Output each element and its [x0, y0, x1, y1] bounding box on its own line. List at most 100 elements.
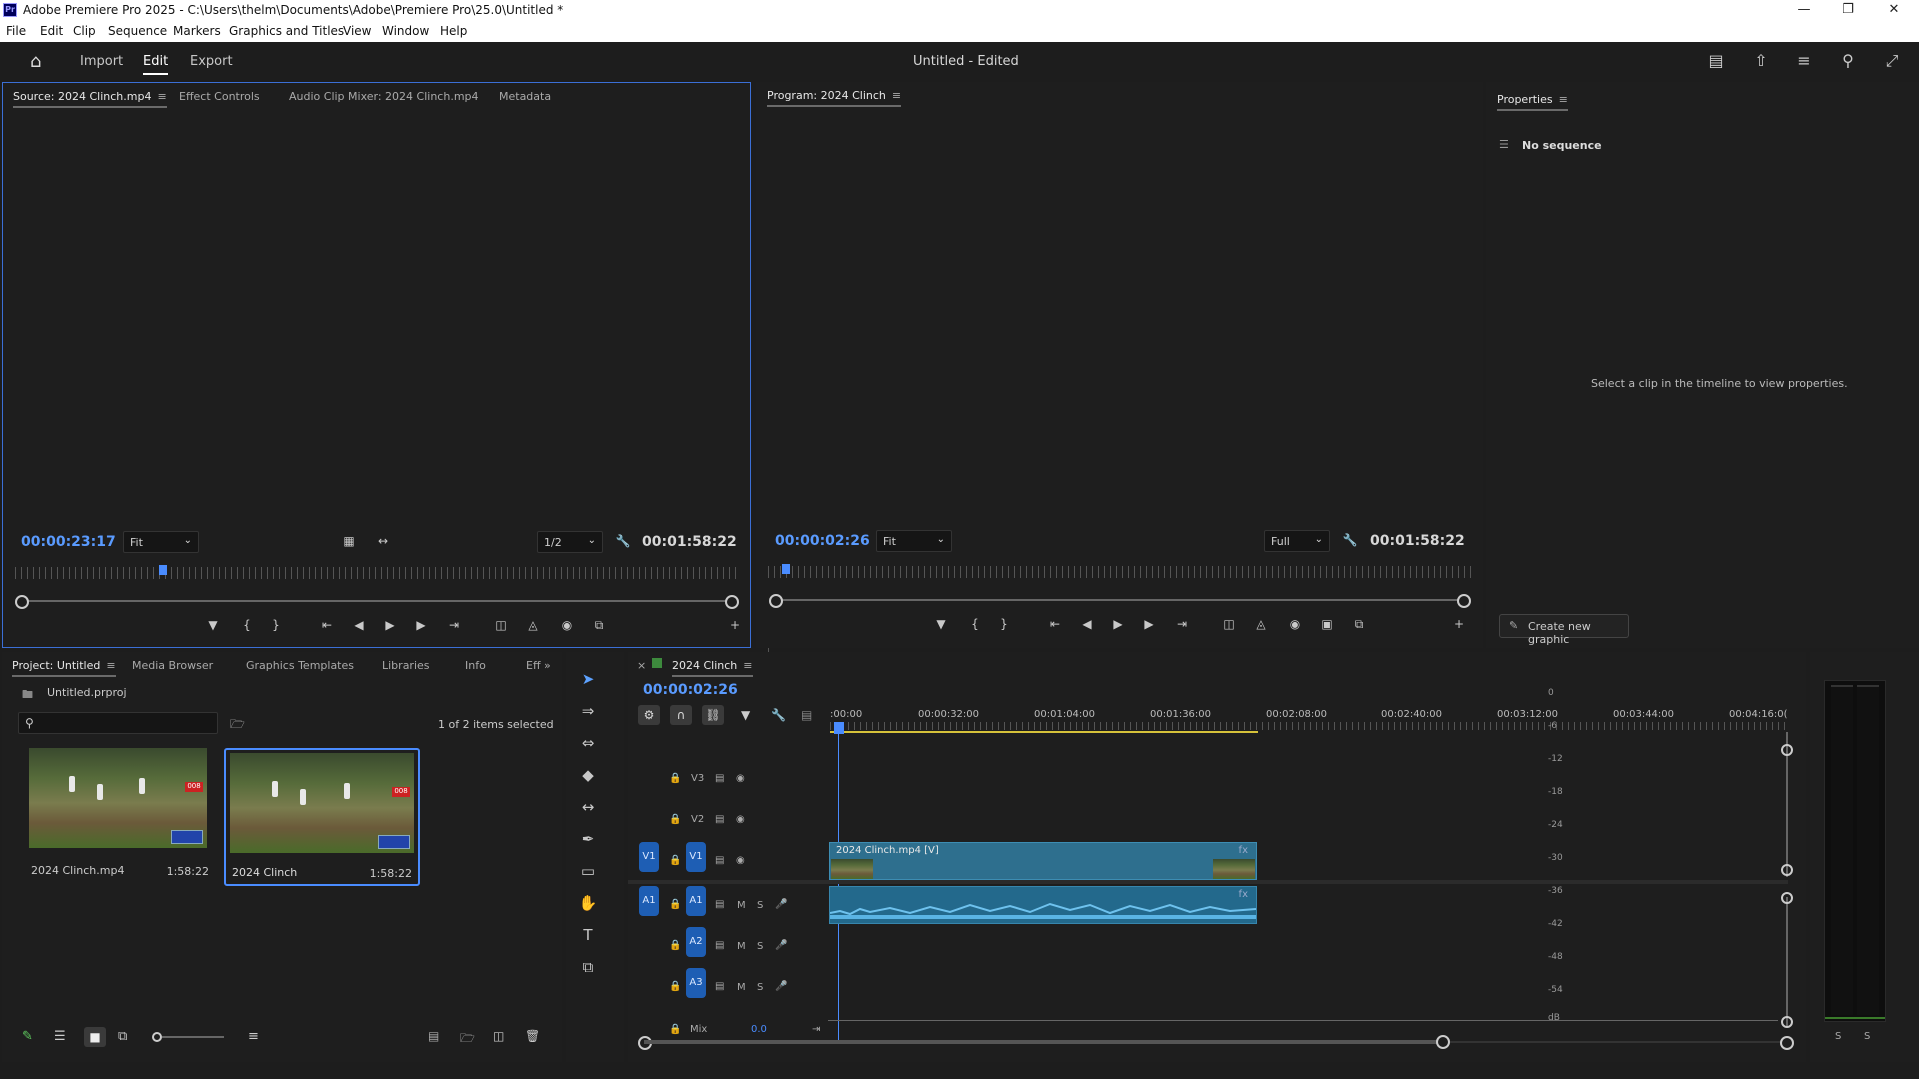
track-select-tool-icon[interactable]: ⇒	[576, 699, 600, 723]
camera-icon[interactable]: ◉	[1285, 617, 1305, 631]
freeform-view-icon[interactable]: ⧉	[118, 1029, 127, 1044]
mark-out-icon[interactable]: }	[994, 617, 1014, 631]
tab-sequence[interactable]: 2024 Clinch ≡	[672, 659, 753, 677]
panel-menu-icon[interactable]: ≡	[157, 90, 166, 103]
scroll-thumb[interactable]	[644, 1040, 1444, 1044]
button-editor-icon[interactable]: ⧉	[589, 618, 609, 633]
menu-file[interactable]: File	[6, 24, 26, 38]
mark-in-icon[interactable]: {	[965, 617, 985, 631]
microphone-icon[interactable]: 🎤	[775, 899, 787, 910]
lock-icon[interactable]: 🔒	[669, 981, 681, 992]
go-to-in-icon[interactable]: ⇤	[317, 618, 337, 632]
source-playhead[interactable]	[158, 565, 167, 575]
menu-window[interactable]: Window	[382, 24, 429, 38]
nest-toggle-icon[interactable]: ⚙	[638, 705, 660, 725]
step-forward-icon[interactable]: ▶	[411, 618, 431, 632]
panel-menu-icon[interactable]: ≡	[1559, 93, 1568, 106]
mark-in-icon[interactable]: {	[237, 618, 257, 632]
tab-libraries[interactable]: Libraries	[382, 659, 430, 672]
scroll-handle[interactable]	[1781, 864, 1793, 876]
tab-project[interactable]: Project: Untitled ≡	[12, 659, 116, 677]
panel-menu-icon[interactable]: ≡	[743, 659, 752, 672]
linked-selection-icon[interactable]: ⛓	[702, 705, 724, 725]
lock-icon[interactable]: 🔒	[669, 773, 681, 784]
eye-icon[interactable]: ◉	[736, 855, 745, 866]
tab-info[interactable]: Info	[465, 659, 486, 672]
workspaces-menu-icon[interactable]: ≡	[1793, 51, 1815, 70]
timeline-playhead[interactable]	[834, 722, 844, 734]
tab-graphics-templates[interactable]: Graphics Templates	[246, 659, 354, 672]
caption-tool-icon[interactable]: ⧉	[576, 955, 600, 979]
meter-solo-right[interactable]: S	[1864, 1031, 1870, 1042]
share-icon[interactable]: ⇧	[1750, 51, 1772, 70]
tab-media-browser[interactable]: Media Browser	[132, 659, 213, 672]
sync-lock-icon[interactable]: ▤	[715, 899, 724, 910]
add-marker-icon[interactable]: ▼	[931, 617, 951, 631]
hand-tool-icon[interactable]: ✋	[576, 891, 600, 915]
mute-button[interactable]: M	[737, 941, 746, 952]
work-area-bar[interactable]	[830, 731, 1258, 733]
restore-icon[interactable]: ❐	[1838, 2, 1858, 17]
audio-clip[interactable]: fx	[829, 886, 1257, 924]
go-to-end-icon[interactable]: ⇥	[812, 1024, 820, 1035]
scroll-handle[interactable]	[1781, 1016, 1793, 1028]
type-tool-icon[interactable]: T	[576, 923, 600, 947]
program-zoom-scrollbar[interactable]	[769, 594, 1471, 608]
tab-audio-clip-mixer[interactable]: Audio Clip Mixer: 2024 Clinch.mp4	[289, 90, 479, 103]
track-target-a2[interactable]: A2	[686, 927, 706, 957]
new-search-bin-icon[interactable]: 🗁	[230, 715, 245, 736]
lock-icon[interactable]: 🔒	[669, 940, 681, 951]
menu-clip[interactable]: Clip	[73, 24, 96, 38]
panel-layout-icon[interactable]: ▤	[1705, 51, 1727, 70]
more-tabs-icon[interactable]: »	[544, 659, 551, 672]
list-view-icon[interactable]: ☰	[54, 1029, 66, 1044]
program-playhead[interactable]	[782, 564, 791, 574]
wrench-icon[interactable]: 🔧	[1340, 533, 1360, 547]
program-time-ruler[interactable]	[768, 566, 1472, 578]
insert-icon[interactable]: ◫	[491, 618, 511, 632]
tab-program[interactable]: Program: 2024 Clinch ≡	[767, 89, 902, 107]
sync-lock-icon[interactable]: ▤	[715, 940, 724, 951]
go-to-out-icon[interactable]: ⇥	[444, 618, 464, 632]
rectangle-tool-icon[interactable]: ▭	[576, 859, 600, 883]
solo-button[interactable]: S	[757, 900, 763, 911]
menu-markers[interactable]: Markers	[173, 24, 221, 38]
eye-icon[interactable]: ◉	[736, 814, 745, 825]
source-timecode[interactable]: 00:00:23:17	[21, 534, 116, 550]
wrench-icon[interactable]: 🔧	[771, 708, 786, 722]
source-resolution-dropdown[interactable]: 1/2 ⌄	[537, 531, 603, 553]
pen-tool-icon[interactable]: ✒	[576, 827, 600, 851]
mute-button[interactable]: M	[737, 982, 746, 993]
add-button-icon[interactable]: +	[725, 618, 745, 632]
program-zoom-dropdown[interactable]: Fit ⌄	[876, 530, 952, 552]
menu-edit[interactable]: Edit	[40, 24, 63, 38]
trash-icon[interactable]: 🗑	[525, 1029, 540, 1043]
project-item[interactable]: 008 2024 Clinch.mp4 1:58:22	[23, 748, 209, 886]
tab-metadata[interactable]: Metadata	[499, 90, 551, 103]
av-divider[interactable]	[628, 880, 1788, 884]
mute-button[interactable]: M	[737, 900, 746, 911]
audio-track-scrollbar[interactable]	[1786, 897, 1788, 1027]
meter-solo-left[interactable]: S	[1835, 1031, 1841, 1042]
lock-icon[interactable]: 🔒	[669, 1024, 681, 1035]
pencil-icon[interactable]: ✎	[22, 1029, 33, 1044]
ripple-edit-tool-icon[interactable]: ⇔	[576, 731, 600, 755]
sort-icon[interactable]: ≡	[248, 1029, 259, 1044]
panel-menu-icon[interactable]: ≡	[106, 659, 115, 672]
tab-effects[interactable]: Eff	[526, 659, 541, 672]
lock-icon[interactable]: 🔒	[669, 814, 681, 825]
source-patch-a1[interactable]: A1	[639, 886, 659, 916]
drag-video-icon[interactable]: ▦	[339, 534, 359, 548]
solo-button[interactable]: S	[757, 941, 763, 952]
sync-lock-icon[interactable]: ▤	[715, 855, 724, 866]
zoom-slider-handle[interactable]	[152, 1032, 162, 1042]
menu-view[interactable]: View	[343, 24, 371, 38]
source-zoom-dropdown[interactable]: Fit ⌄	[123, 531, 199, 553]
workspace-export[interactable]: Export	[190, 54, 233, 69]
scroll-handle[interactable]	[1781, 744, 1793, 756]
workspace-edit[interactable]: Edit	[143, 54, 169, 75]
home-icon[interactable]: ⌂	[30, 51, 50, 72]
automate-to-sequence-icon[interactable]: ▤	[428, 1029, 439, 1043]
wrench-icon[interactable]: 🔧	[613, 534, 633, 548]
captions-icon[interactable]: ▤	[801, 708, 812, 722]
